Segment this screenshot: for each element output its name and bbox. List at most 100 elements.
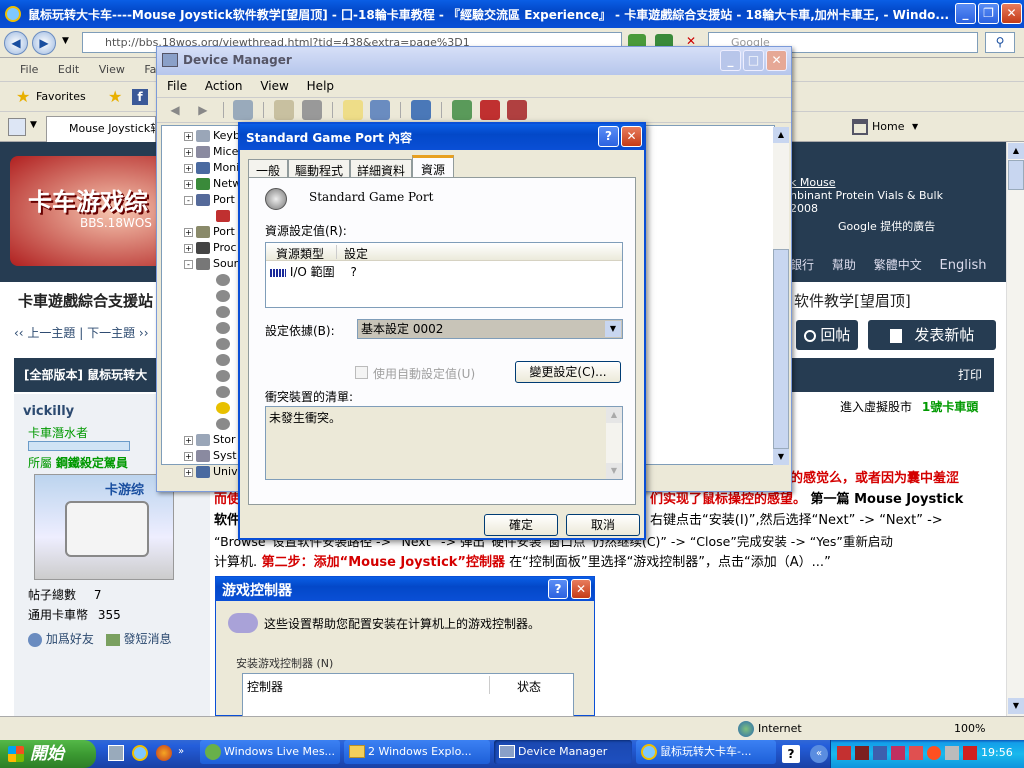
history-dropdown-icon[interactable]: ▼: [62, 36, 69, 46]
task-live-messenger[interactable]: Windows Live Mes...: [200, 740, 340, 764]
tree-expand-icon[interactable]: +: [184, 179, 193, 189]
reply-button[interactable]: 回帖: [796, 320, 858, 350]
ie-vertical-scrollbar[interactable]: ▲ ▼: [1006, 142, 1024, 716]
conflict-scrollbar[interactable]: ▲ ▼: [606, 407, 622, 479]
browser-tab[interactable]: Mouse Joystick软件: [46, 116, 156, 142]
prev-thread-link[interactable]: ‹‹ 上一主題: [14, 326, 75, 340]
dm-uninstall-icon[interactable]: [479, 100, 500, 120]
restore-button[interactable]: ❐: [978, 3, 999, 24]
dm-help-icon[interactable]: [342, 100, 363, 120]
tree-expand-icon[interactable]: +: [184, 131, 193, 141]
facebook-icon[interactable]: f: [132, 89, 148, 105]
menu-edit[interactable]: Edit: [58, 63, 79, 76]
quick-tabs-icon[interactable]: [8, 118, 26, 136]
setting-basis-select[interactable]: 基本設定 0002 ▼: [357, 319, 623, 339]
minimize-button[interactable]: _: [955, 3, 976, 24]
home-dropdown-icon[interactable]: ▼: [912, 122, 918, 131]
nav-traditional[interactable]: 繁體中文: [874, 258, 922, 272]
resource-list[interactable]: 資源類型 設定 I/O 範圍 ?: [265, 242, 623, 308]
tray-icon-2[interactable]: [855, 746, 869, 760]
cancel-button[interactable]: 取消: [566, 514, 640, 536]
dm-menu-view[interactable]: View: [260, 79, 288, 93]
dm-menu-action[interactable]: Action: [205, 79, 243, 93]
help-tray-icon[interactable]: ?: [782, 745, 800, 763]
tray-icon-4[interactable]: [891, 746, 905, 760]
tree-expand-icon[interactable]: +: [184, 451, 193, 461]
quicklaunch-firefox-icon[interactable]: [156, 745, 172, 761]
tree-expand-icon[interactable]: +: [184, 435, 193, 445]
task-windows-explorer[interactable]: 2 Windows Explo...: [344, 740, 490, 764]
tab-list-icon[interactable]: ▼: [30, 120, 37, 130]
home-button[interactable]: Home: [872, 120, 904, 133]
select-dropdown-icon[interactable]: ▼: [605, 321, 621, 337]
col-setting[interactable]: 設定: [344, 245, 368, 262]
dm-forward-icon[interactable]: ▶: [193, 100, 213, 120]
next-thread-link[interactable]: 下一主題 ››: [87, 326, 148, 340]
dm-maximize-button[interactable]: □: [743, 50, 764, 71]
forward-button[interactable]: ▶: [32, 31, 56, 55]
new-post-button[interactable]: 发表新帖: [868, 320, 996, 350]
tree-expand-icon[interactable]: +: [184, 467, 193, 477]
dm-scroll-thumb[interactable]: [773, 249, 789, 449]
dm-scroll-up-icon[interactable]: ▲: [773, 127, 789, 143]
conflict-scroll-down-icon[interactable]: ▼: [606, 463, 622, 479]
market-link[interactable]: 進入虛擬股市: [840, 400, 912, 414]
conflict-scroll-up-icon[interactable]: ▲: [606, 407, 622, 423]
tree-expand-icon[interactable]: +: [184, 227, 193, 237]
dm-print-icon[interactable]: [301, 100, 322, 120]
search-icon[interactable]: ⚲: [985, 32, 1015, 53]
dm-update-driver-icon[interactable]: [451, 100, 472, 120]
task-ie-page[interactable]: 鼠标玩转大卡车-...: [636, 740, 776, 764]
zoom-level[interactable]: 100%: [954, 722, 985, 735]
hide-icons-icon[interactable]: «: [810, 745, 828, 763]
dm-scroll-down-icon[interactable]: ▼: [773, 449, 789, 465]
scroll-down-icon[interactable]: ▼: [1008, 698, 1024, 714]
send-pm-link[interactable]: 發短消息: [124, 632, 172, 646]
add-friend-link[interactable]: 加爲好友: [46, 632, 94, 646]
dm-menu-help[interactable]: Help: [307, 79, 334, 93]
nav-bank[interactable]: 銀行: [790, 258, 814, 272]
quicklaunch-ie-icon[interactable]: [132, 745, 148, 761]
quicklaunch-expand-icon[interactable]: »: [178, 746, 184, 757]
add-favorite-icon[interactable]: ★: [108, 87, 122, 106]
dm-back-icon[interactable]: ◀: [165, 100, 185, 120]
ad-link[interactable]: k Mouse: [790, 176, 990, 189]
tray-icon-1[interactable]: [837, 746, 851, 760]
favorites-button[interactable]: Favorites: [36, 90, 86, 103]
home-icon[interactable]: [852, 119, 868, 135]
tree-expand-icon[interactable]: -: [184, 259, 193, 269]
dm-close-button[interactable]: ✕: [766, 50, 787, 71]
author-name[interactable]: vickilly: [23, 404, 74, 419]
props-close-button[interactable]: ✕: [621, 126, 642, 147]
scroll-up-icon[interactable]: ▲: [1008, 143, 1024, 159]
dm-properties-icon[interactable]: [274, 100, 295, 120]
first-truck-link[interactable]: 1號卡車頭: [922, 400, 978, 414]
change-settings-button[interactable]: 變更設定(C)...: [515, 361, 621, 383]
resource-row[interactable]: I/O 範圍 ?: [270, 263, 357, 280]
menu-file[interactable]: File: [20, 63, 38, 76]
print-link[interactable]: 打印: [958, 358, 982, 392]
dm-minimize-button[interactable]: _: [720, 50, 741, 71]
quicklaunch-desktop-icon[interactable]: [108, 745, 124, 761]
dm-disable-icon[interactable]: [507, 100, 528, 120]
task-device-manager[interactable]: Device Manager: [494, 740, 632, 764]
close-button[interactable]: ✕: [1001, 3, 1022, 24]
tree-expand-icon[interactable]: +: [184, 243, 193, 253]
tree-expand-icon[interactable]: +: [184, 163, 193, 173]
props-help-button[interactable]: ?: [598, 126, 619, 147]
tree-expand-icon[interactable]: +: [184, 147, 193, 157]
dm-scan-hardware-icon[interactable]: [411, 100, 432, 120]
tray-icon-7[interactable]: [945, 746, 959, 760]
dm-show-tree-icon[interactable]: [233, 100, 254, 120]
col-resource-type[interactable]: 資源類型: [276, 245, 324, 262]
scroll-thumb[interactable]: [1008, 160, 1024, 190]
back-button[interactable]: ◀: [4, 31, 28, 55]
ad-google-label[interactable]: Google 提供的廣告: [838, 218, 990, 234]
clock[interactable]: 19:56: [981, 746, 1013, 759]
dm-tree-scrollbar[interactable]: ▲ ▼: [773, 127, 789, 465]
version-link[interactable]: [全部版本] 鼠标玩转大: [24, 368, 147, 382]
ok-button[interactable]: 確定: [484, 514, 558, 536]
auto-settings-checkbox[interactable]: [355, 366, 368, 379]
dm-menu-file[interactable]: File: [167, 79, 187, 93]
tray-icon-3[interactable]: [873, 746, 887, 760]
